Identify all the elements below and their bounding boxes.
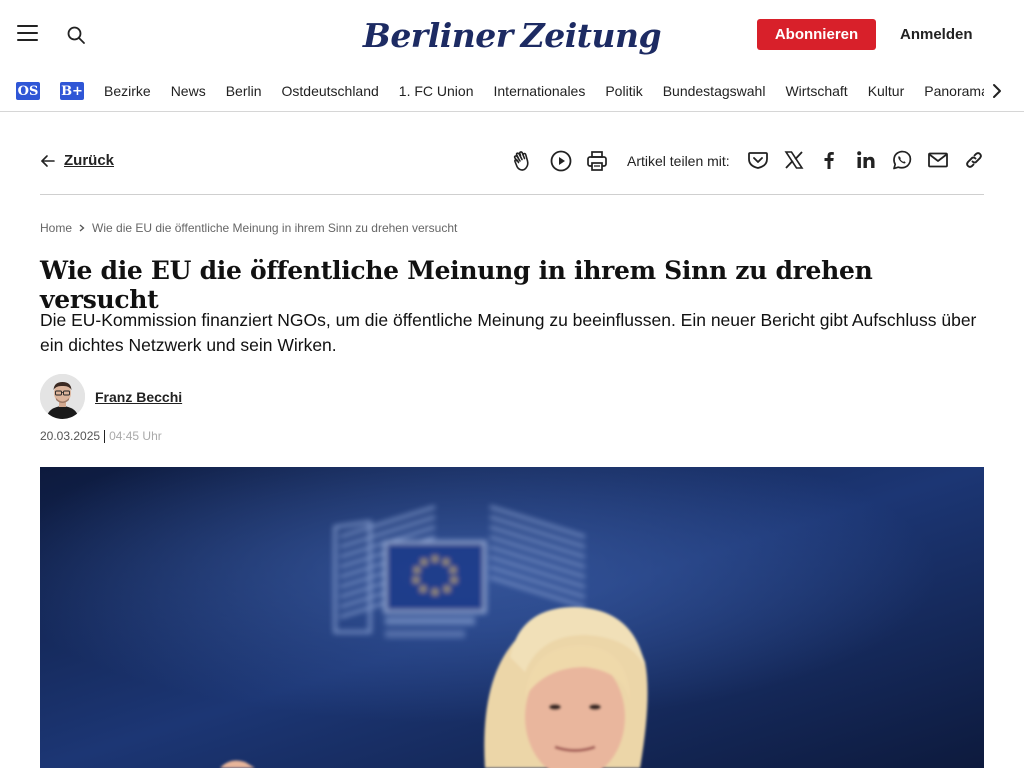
breadcrumb-home[interactable]: Home (40, 221, 72, 235)
nav-badge-os[interactable]: OS (16, 82, 40, 100)
site-logo[interactable]: Berliner Zeitung (363, 10, 662, 60)
author-block: Franz Becchi (40, 374, 182, 419)
print-icon[interactable] (585, 149, 609, 173)
arrow-left-icon (41, 154, 55, 167)
x-icon[interactable] (782, 148, 806, 172)
author-name[interactable]: Franz Becchi (95, 389, 182, 405)
subscribe-button[interactable]: Abonnieren (757, 19, 876, 50)
date-divider (104, 429, 106, 443)
nav-item-bundestagswahl[interactable]: Bundestagswahl (663, 83, 766, 99)
nav-item-berlin[interactable]: Berlin (226, 83, 262, 99)
breadcrumb: Home Wie die EU die öffentliche Meinung … (40, 221, 457, 235)
main-navigation: OS B+ Bezirke News Berlin Ostdeutschland… (0, 70, 1024, 112)
chevron-right-icon[interactable] (988, 82, 1006, 100)
dateline: 20.03.2025 04:45 Uhr (40, 429, 162, 443)
site-header: Berliner Zeitung Abonnieren Anmelden (0, 0, 1024, 70)
nav-item-kultur[interactable]: Kultur (868, 83, 905, 99)
publish-date: 20.03.2025 (40, 429, 101, 443)
linkedin-icon[interactable] (854, 148, 878, 172)
chevron-right-icon (79, 224, 85, 232)
nav-item-wirtschaft[interactable]: Wirtschaft (785, 83, 847, 99)
nav-item-politik[interactable]: Politik (605, 83, 642, 99)
article-headline: Wie die EU die öffentliche Meinung in ih… (40, 256, 873, 314)
nav-badge-bplus[interactable]: B+ (60, 82, 84, 100)
login-link[interactable]: Anmelden (900, 26, 973, 43)
logo-text-left: Berliner (362, 15, 513, 55)
publish-time: 04:45 Uhr (109, 429, 162, 443)
share-label: Artikel teilen mit: (627, 153, 730, 169)
article-teaser: Die EU-Kommission finanziert NGOs, um di… (40, 310, 977, 355)
nav-list: OS B+ Bezirke News Berlin Ostdeutschland… (16, 78, 984, 104)
nav-item-panorama[interactable]: Panorama (924, 83, 984, 99)
link-icon[interactable] (962, 148, 986, 172)
breadcrumb-current: Wie die EU die öffentliche Meinung in ih… (92, 221, 458, 235)
menu-icon[interactable] (17, 25, 39, 45)
mail-icon[interactable] (926, 148, 950, 172)
nav-item-news[interactable]: News (171, 83, 206, 99)
whatsapp-icon[interactable] (890, 148, 914, 172)
play-icon[interactable] (549, 149, 573, 173)
pocket-icon[interactable] (746, 148, 770, 172)
logo-text-right: Zeitung (520, 15, 662, 55)
back-label: Zurück (64, 152, 115, 169)
nav-item-fc-union[interactable]: 1. FC Union (399, 83, 474, 99)
clap-icon[interactable] (511, 149, 535, 173)
search-icon[interactable] (66, 25, 86, 45)
back-link[interactable]: Zurück (40, 152, 114, 169)
hero-image (40, 467, 984, 768)
nav-item-internationales[interactable]: Internationales (494, 83, 586, 99)
nav-item-bezirke[interactable]: Bezirke (104, 83, 151, 99)
avatar[interactable] (40, 374, 85, 419)
nav-item-ostdeutschland[interactable]: Ostdeutschland (282, 83, 379, 99)
facebook-icon[interactable] (817, 148, 841, 172)
article-toolbar: Zurück Artikel teilen mit: (40, 140, 984, 195)
